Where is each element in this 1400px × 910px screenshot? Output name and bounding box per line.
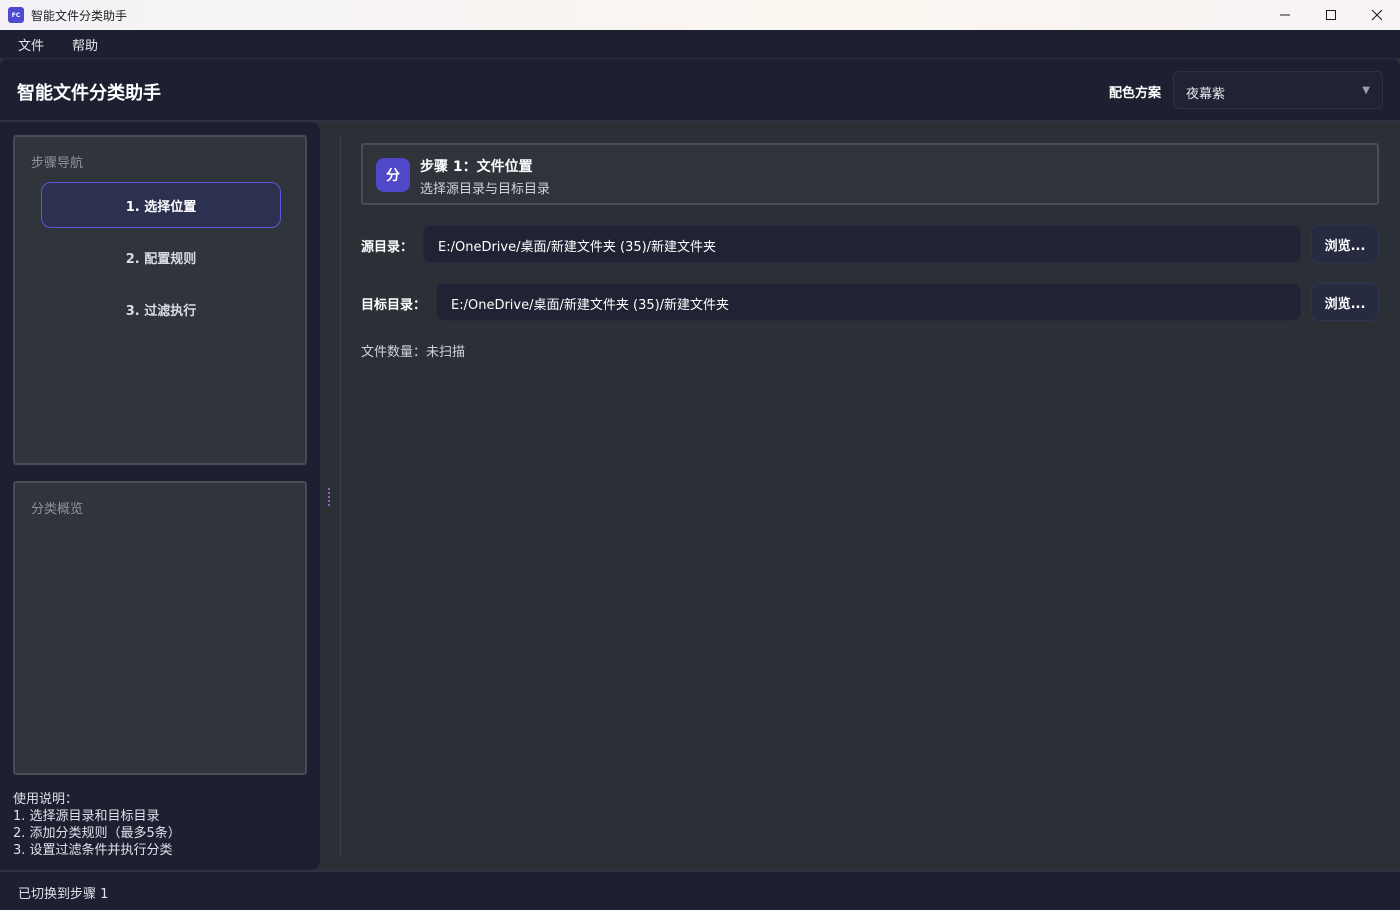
splitter-divider [340, 136, 341, 856]
step-subtitle: 选择源目录与目标目录 [420, 182, 551, 197]
step-navigation-title: 步骤导航 [31, 156, 84, 171]
instructions-heading: 使用说明： [13, 792, 79, 807]
splitter-handle[interactable] [328, 488, 331, 506]
usage-instructions: 使用说明： 1. 选择源目录和目标目录 2. 添加分类规则（最多5条） 3. 设… [13, 791, 181, 859]
maximize-button[interactable] [1308, 0, 1354, 30]
file-count-text: 文件数量：未扫描 [361, 345, 466, 360]
page-title: 智能文件分类助手 [17, 83, 161, 104]
chevron-down-icon: ▼ [1362, 85, 1370, 96]
step-nav-item-3[interactable]: 3. 过滤执行 [41, 286, 281, 332]
step-title: 步骤 1：文件位置 [420, 159, 533, 175]
category-overview-title: 分类概览 [31, 502, 84, 517]
window-controls [1262, 0, 1400, 30]
source-dir-input[interactable]: E:/OneDrive/桌面/新建文件夹 (35)/新建文件夹 [423, 225, 1301, 263]
menu-file[interactable]: 文件 [0, 30, 58, 58]
color-scheme-value: 夜幕紫 [1186, 87, 1226, 102]
instruction-line: 1. 选择源目录和目标目录 [13, 809, 160, 824]
color-scheme-select[interactable]: 夜幕紫 ▼ [1173, 71, 1383, 109]
step-nav-item-1[interactable]: 1. 选择位置 [41, 182, 281, 228]
close-button[interactable] [1354, 0, 1400, 30]
status-text: 已切换到步骤 1 [18, 887, 109, 902]
minimize-button[interactable] [1262, 0, 1308, 30]
instruction-line: 2. 添加分类规则（最多5条） [13, 826, 181, 841]
app-header: 智能文件分类助手 配色方案 夜幕紫 ▼ [0, 58, 1400, 122]
maximize-icon [1326, 10, 1336, 20]
target-dir-label: 目标目录： [361, 298, 427, 313]
color-scheme-label: 配色方案 [1109, 86, 1162, 101]
step-nav-item-2[interactable]: 2. 配置规则 [41, 234, 281, 280]
status-bar: 已切换到步骤 1 [0, 870, 1400, 910]
step-badge: 分 [376, 158, 410, 192]
window-title: 智能文件分类助手 [31, 8, 128, 23]
source-browse-button[interactable]: 浏览... [1311, 225, 1379, 263]
instruction-line: 3. 设置过滤条件并执行分类 [13, 843, 173, 858]
close-icon [1371, 9, 1383, 21]
title-bar: FC 智能文件分类助手 [0, 0, 1400, 30]
source-dir-label: 源目录： [361, 240, 414, 255]
category-overview-box: 分类概览 [13, 481, 307, 775]
sidebar: 步骤导航 1. 选择位置 2. 配置规则 3. 过滤执行 分类概览 使用说明： … [0, 122, 320, 870]
minimize-icon [1280, 14, 1290, 16]
menu-bar: 文件 帮助 [0, 30, 1400, 58]
menu-help[interactable]: 帮助 [58, 30, 112, 58]
target-dir-input[interactable]: E:/OneDrive/桌面/新建文件夹 (35)/新建文件夹 [436, 283, 1301, 321]
app-icon: FC [8, 7, 24, 23]
target-browse-button[interactable]: 浏览... [1311, 283, 1379, 321]
step-header-card: 分 步骤 1：文件位置 选择源目录与目标目录 [361, 143, 1379, 205]
step-navigation-box: 步骤导航 1. 选择位置 2. 配置规则 3. 过滤执行 [13, 135, 307, 465]
